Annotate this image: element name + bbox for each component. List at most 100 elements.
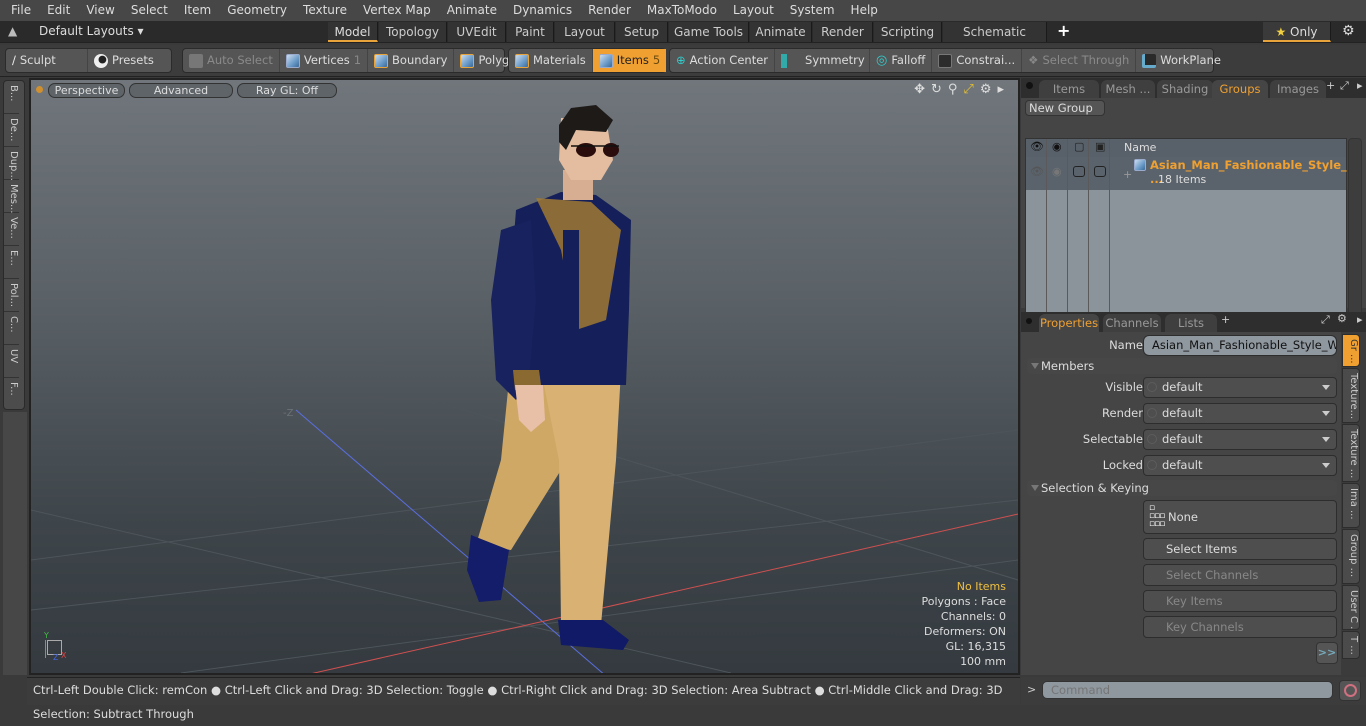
select-channels-button[interactable]: Select Channels	[1143, 564, 1337, 586]
menu-view[interactable]: View	[78, 0, 122, 21]
row-render-icon[interactable]: ◉	[1052, 165, 1062, 178]
selectable-dropdown[interactable]: default	[1143, 429, 1337, 450]
tab-animate[interactable]: Animate	[750, 22, 812, 42]
row-selectable-toggle[interactable]	[1073, 166, 1085, 177]
render-icon[interactable]: ◉	[1052, 140, 1062, 153]
side-tab-user-channels[interactable]: User C ...	[1342, 585, 1360, 630]
menu-edit[interactable]: Edit	[39, 0, 78, 21]
panel-menu-icon[interactable]: ▸	[1357, 79, 1363, 92]
render-dropdown[interactable]: default	[1143, 403, 1337, 424]
default-layouts-dropdown[interactable]: Default Layouts ▾	[39, 24, 144, 38]
expand-icon[interactable]: ⤢	[1321, 313, 1330, 327]
side-tab-t[interactable]: T ...	[1342, 631, 1360, 659]
key-items-button[interactable]: Key Items	[1143, 590, 1337, 612]
tab-shading[interactable]: Shading	[1157, 80, 1213, 98]
groups-scrollbar[interactable]	[1348, 138, 1362, 325]
add-tab-button[interactable]: +	[1057, 21, 1070, 40]
side-tab-texture-1[interactable]: Texture...	[1342, 368, 1360, 423]
menu-vertex-map[interactable]: Vertex Map	[355, 0, 439, 21]
menu-animate[interactable]: Animate	[439, 0, 505, 21]
tab-properties[interactable]: Properties	[1039, 314, 1099, 332]
side-tab-image[interactable]: Ima ...	[1342, 483, 1360, 528]
auto-select-button[interactable]: Auto Select	[183, 49, 280, 72]
tab-render[interactable]: Render	[813, 22, 873, 42]
expand-icon[interactable]: ⤢	[1340, 79, 1349, 93]
menu-item[interactable]: Item	[176, 0, 219, 21]
tab-items[interactable]: Items	[1039, 80, 1099, 98]
tab-scripting[interactable]: Scripting	[874, 22, 942, 42]
left-tab-edge[interactable]: E...	[4, 246, 19, 279]
constraints-button[interactable]: Constrai...	[932, 49, 1023, 72]
boundary-button[interactable]: Boundary	[368, 49, 455, 72]
tab-game-tools[interactable]: Game Tools	[669, 22, 749, 42]
menu-geometry[interactable]: Geometry	[219, 0, 295, 21]
tab-topology[interactable]: Topology	[379, 22, 447, 42]
menu-dynamics[interactable]: Dynamics	[505, 0, 580, 21]
locked-icon[interactable]: ▣	[1095, 140, 1105, 153]
action-center-button[interactable]: ⊕ Action Center	[670, 49, 776, 72]
menu-render[interactable]: Render	[580, 0, 639, 21]
left-tab-mesh-edit[interactable]: Mes...	[4, 180, 19, 214]
left-tab-polygon[interactable]: Pol...	[4, 279, 19, 312]
tab-model[interactable]: Model	[328, 22, 378, 42]
sculpt-button[interactable]: ∕ Sculpt	[6, 49, 88, 72]
visibility-icon[interactable]: 👁	[1030, 140, 1044, 153]
tab-schematic-fusion[interactable]: Schematic Fusion	[943, 22, 1047, 59]
side-tab-group[interactable]: Gr ...	[1342, 334, 1360, 367]
materials-button[interactable]: Materials	[509, 49, 593, 72]
presets-button[interactable]: Presets	[88, 49, 160, 72]
key-channels-button[interactable]: Key Channels	[1143, 616, 1337, 638]
tab-groups[interactable]: Groups	[1212, 80, 1268, 98]
command-input[interactable]	[1042, 681, 1333, 699]
tab-mesh[interactable]: Mesh ...	[1101, 80, 1155, 98]
tab-lists[interactable]: Lists	[1165, 314, 1217, 332]
add-tab-icon[interactable]: +	[1326, 79, 1335, 92]
menu-select[interactable]: Select	[123, 0, 176, 21]
members-section[interactable]: Members	[1027, 358, 1337, 374]
row-visibility-icon[interactable]: 👁	[1030, 165, 1044, 178]
tab-setup[interactable]: Setup	[616, 22, 668, 42]
menu-maxtomodo[interactable]: MaxToModo	[639, 0, 725, 21]
left-tab-vertex[interactable]: Ve...	[4, 213, 19, 246]
tab-uvedit[interactable]: UVEdit	[448, 22, 506, 42]
only-toggle[interactable]: ★ Only	[1263, 22, 1331, 42]
selection-keying-section[interactable]: Selection & Keying	[1027, 480, 1337, 496]
workplane-button[interactable]: WorkPlane	[1136, 49, 1227, 72]
menu-layout[interactable]: Layout	[725, 0, 782, 21]
name-field[interactable]: Asian_Man_Fashionable_Style_Walkin	[1143, 335, 1337, 356]
left-tab-fusion[interactable]: F...	[4, 378, 19, 411]
gear-icon[interactable]: ⚙	[1342, 23, 1355, 39]
collapse-icon[interactable]: ▲	[8, 24, 17, 38]
falloff-button[interactable]: ◎ Falloff	[870, 49, 933, 72]
tab-images[interactable]: Images	[1270, 80, 1326, 98]
side-tab-texture-2[interactable]: Texture ...	[1342, 424, 1360, 482]
more-button[interactable]: >>	[1316, 642, 1338, 664]
menu-texture[interactable]: Texture	[295, 0, 355, 21]
selectable-icon[interactable]: ▢	[1074, 140, 1084, 153]
symmetry-button[interactable]: Symmetry	[775, 49, 871, 72]
select-items-button[interactable]: Select Items	[1143, 538, 1337, 560]
left-tab-duplicate[interactable]: Dup...	[4, 147, 19, 181]
items-button[interactable]: Items 5	[592, 49, 667, 72]
none-button[interactable]: ▫ ▫▫▫ ▫▫▫ None	[1143, 500, 1337, 534]
left-tab-basic[interactable]: B...	[4, 81, 19, 114]
3d-viewport[interactable]: Perspective Advanced Ray GL: Off ✥ ↻ ⚲ ⤢…	[29, 78, 1020, 675]
tab-paint[interactable]: Paint	[507, 22, 554, 42]
character-model[interactable]	[467, 105, 631, 650]
tab-channels[interactable]: Channels	[1103, 314, 1161, 332]
row-locked-toggle[interactable]	[1094, 166, 1106, 177]
vertices-button[interactable]: Vertices 1	[280, 49, 369, 72]
panel-menu-icon[interactable]: ▸	[1357, 313, 1363, 326]
left-tab-curve[interactable]: C...	[4, 312, 19, 345]
menu-file[interactable]: File	[3, 0, 39, 21]
menu-help[interactable]: Help	[843, 0, 886, 21]
group-row[interactable]: 👁 ◉ + Asian_Man_Fashionable_Style_ ... 1…	[1026, 157, 1347, 190]
expand-row-icon[interactable]: +	[1123, 168, 1132, 181]
tab-layout[interactable]: Layout	[555, 22, 615, 42]
add-tab-icon[interactable]: +	[1221, 313, 1230, 326]
visible-dropdown[interactable]: default	[1143, 377, 1337, 398]
gear-icon[interactable]: ⚙	[1337, 312, 1347, 325]
left-tab-deform[interactable]: De...	[4, 114, 19, 147]
select-through-button[interactable]: ❖ Select Through	[1022, 49, 1137, 72]
menu-system[interactable]: System	[782, 0, 843, 21]
